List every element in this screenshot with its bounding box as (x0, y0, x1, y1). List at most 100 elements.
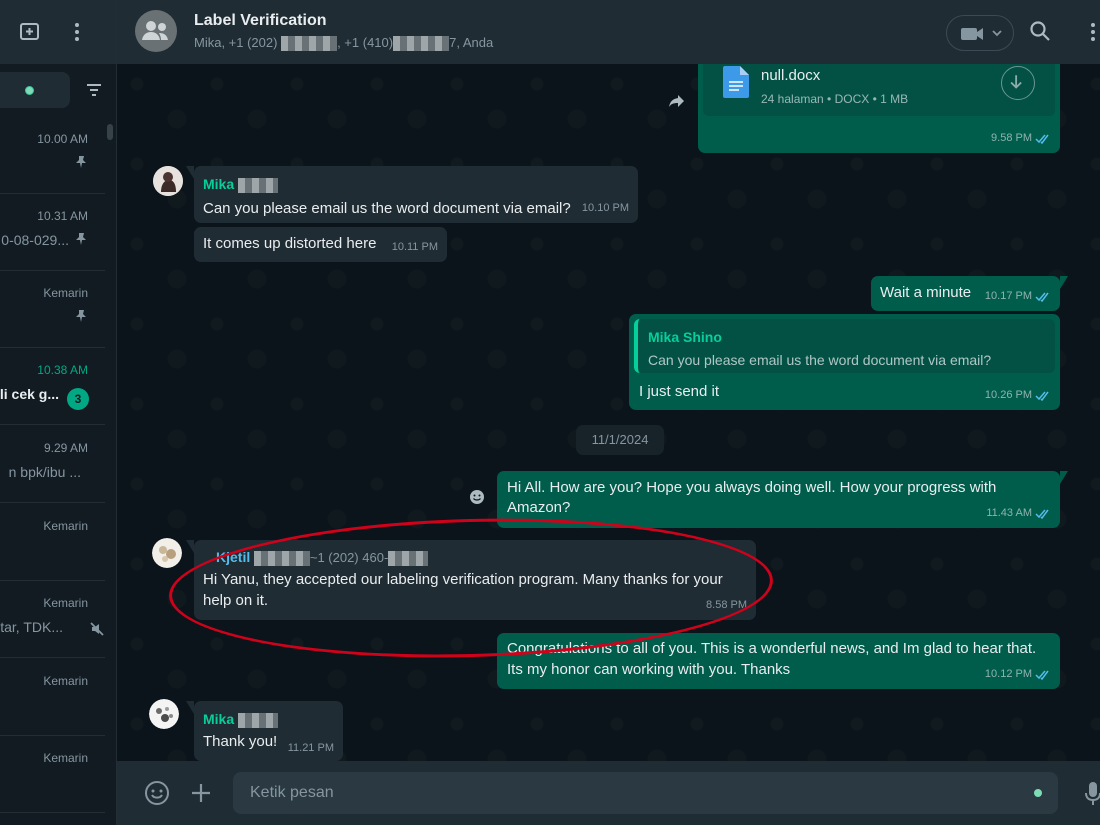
sender-avatar[interactable] (152, 538, 182, 568)
video-call-button[interactable] (946, 15, 1014, 51)
read-ticks-icon (1035, 134, 1049, 144)
message-meta: 10.26 PM (985, 385, 1051, 405)
docx-file-icon (723, 66, 749, 98)
members-text: , +1 (410) (337, 35, 394, 50)
group-icon (142, 21, 168, 40)
download-button[interactable] (1001, 66, 1035, 100)
message-text: Its my honor can working with you. Thank… (507, 661, 791, 678)
search-chats-input[interactable] (0, 72, 70, 108)
react-button[interactable] (464, 484, 490, 510)
sender-name[interactable]: Kjetil (216, 549, 250, 565)
chat-list-item[interactable]: Kemarin (0, 736, 105, 813)
search-icon[interactable] (1029, 20, 1051, 42)
status-dot (1034, 789, 1042, 797)
video-camera-icon (961, 28, 1002, 40)
message-composer: Ketik pesan (117, 761, 1100, 825)
new-chat-icon[interactable] (18, 20, 42, 44)
chat-preview: tar, TDK... (0, 619, 63, 635)
chat-title[interactable]: Label Verification (194, 12, 326, 30)
message-input[interactable]: Ketik pesan (233, 772, 1058, 814)
group-avatar[interactable] (135, 10, 177, 52)
message-text: It comes up distorted here (203, 235, 377, 252)
menu-icon[interactable] (67, 20, 87, 44)
redacted-name (238, 177, 279, 193)
whatsapp-window: 10.00 AM 10.31 AM 0-08-029... Kemarin 10… (0, 0, 1100, 825)
avatar-image (149, 699, 179, 729)
message-text: I just send it (639, 383, 720, 400)
chat-preview: n bpk/ibu ... (8, 464, 81, 480)
redacted-name (238, 712, 279, 728)
quoted-sender: Mika Shino (648, 329, 722, 345)
forward-icon (669, 95, 684, 107)
sender-avatar[interactable] (149, 699, 179, 729)
message-meta: 10.12 PM (985, 664, 1051, 684)
chat-time: 10.31 AM (37, 209, 88, 223)
outgoing-message[interactable]: Wait a minute 10.17 PM (871, 276, 1068, 311)
incoming-message[interactable]: Mika Thank you! 11.21 PM (186, 701, 343, 761)
chat-list-item[interactable]: Kemarin (0, 659, 105, 736)
document-info: 24 halaman • DOCX • 1 MB (761, 92, 909, 106)
message-time: 9.58 PM (991, 132, 1032, 144)
message-time: 10.26 PM (984, 389, 1032, 401)
date-divider: 11/1/2024 (576, 425, 664, 455)
sender-avatar[interactable] (153, 166, 183, 196)
read-ticks-icon (1035, 509, 1049, 519)
pin-icon (76, 156, 86, 168)
avatar-image (152, 538, 182, 568)
quoted-text: Can you please email us the word documen… (648, 352, 992, 368)
document-message[interactable]: null.docx 24 halaman • DOCX • 1 MB 9.58 … (698, 64, 1060, 153)
unread-badge: 3 (67, 388, 89, 410)
chat-time: 10.00 AM (37, 132, 88, 146)
reply-message[interactable]: Mika Shino Can you please email us the w… (629, 314, 1060, 410)
chat-list-item[interactable]: 10.31 AM 0-08-029... (0, 194, 105, 271)
message-text: Can you please email us the word documen… (203, 200, 571, 217)
message-time: 10.12 PM (984, 668, 1032, 680)
chat-list-item[interactable]: 10.00 AM (0, 117, 105, 194)
redacted-phone (281, 36, 338, 52)
chat-list-item[interactable]: Kemarin (0, 271, 105, 348)
document-name: null.docx (761, 67, 821, 84)
incoming-message[interactable]: Mika Can you please email us the word do… (186, 166, 638, 223)
document-card[interactable]: null.docx 24 halaman • DOCX • 1 MB (703, 64, 1055, 116)
chat-menu-icon[interactable] (1087, 20, 1099, 44)
message-time: 10.17 PM (984, 290, 1032, 302)
attach-plus-icon[interactable] (190, 782, 212, 804)
message-text: Congratulations to all of you. This is a… (507, 640, 1037, 657)
incoming-message[interactable]: It comes up distorted here 10.11 PM (194, 227, 447, 262)
chat-header[interactable]: Label Verification Mika, +1 (202) , +1 (… (117, 0, 1100, 64)
download-icon (1010, 75, 1022, 89)
incoming-message[interactable]: Kjetil ~1 (202) 460- Hi Yanu, they accep… (186, 540, 756, 620)
members-text: 7, Anda (449, 35, 494, 50)
forward-button[interactable] (664, 88, 690, 114)
chat-list-item[interactable]: Kemarin (0, 504, 105, 581)
chat-list-item[interactable]: Kemarin tar, TDK... (0, 581, 105, 658)
sidebar-scrollbar[interactable] (107, 124, 113, 140)
outgoing-message[interactable]: Hi All. How are you? Hope you always doi… (497, 471, 1068, 528)
redacted-name (253, 551, 310, 567)
read-ticks-icon (1035, 292, 1049, 302)
quoted-message[interactable]: Mika Shino Can you please email us the w… (634, 319, 1055, 373)
filter-icon[interactable] (84, 80, 104, 100)
message-text: help on it. (203, 592, 269, 609)
message-time: 8.58 PM (706, 599, 747, 611)
chat-time: Kemarin (43, 519, 88, 533)
sender-name[interactable]: Mika (203, 711, 234, 727)
message-text: Hi All. How are you? Hope you always doi… (507, 479, 997, 496)
pin-icon (76, 233, 86, 245)
pin-icon (76, 310, 86, 322)
status-dot (25, 86, 34, 95)
chat-time: Kemarin (43, 596, 88, 610)
message-meta: 9.58 PM (991, 128, 1051, 148)
microphone-icon[interactable] (1085, 781, 1100, 807)
sender-row: Mika (203, 710, 279, 730)
muted-icon (90, 622, 104, 636)
chat-list-item[interactable]: 10.38 AM li cek g... 3 (0, 348, 105, 425)
read-ticks-icon (1035, 670, 1049, 680)
sender-name[interactable]: Mika (203, 176, 234, 192)
members-text: Mika, +1 (202) (194, 35, 282, 50)
message-text: Thank you! (203, 733, 278, 750)
emoji-icon[interactable] (144, 780, 170, 806)
message-list[interactable]: null.docx 24 halaman • DOCX • 1 MB 9.58 … (117, 64, 1100, 761)
outgoing-message[interactable]: Congratulations to all of you. This is a… (497, 633, 1060, 689)
chat-list-item[interactable]: 9.29 AM n bpk/ibu ... (0, 426, 105, 503)
